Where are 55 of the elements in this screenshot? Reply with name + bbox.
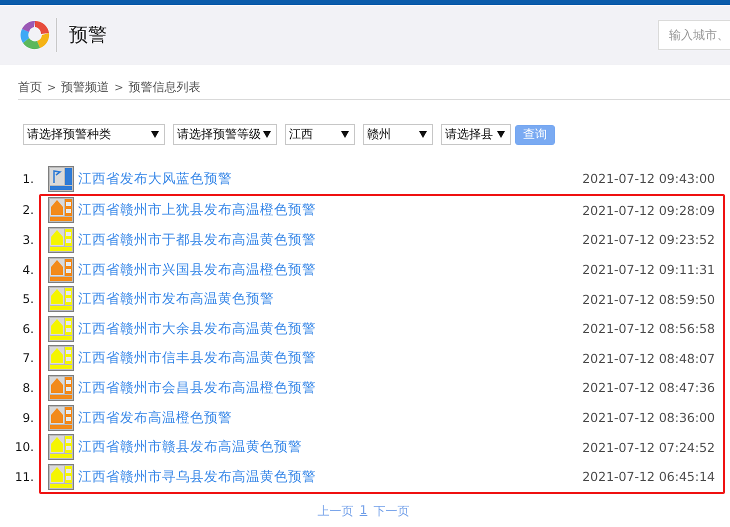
list-number: 2. xyxy=(22,203,34,218)
caret-icon xyxy=(151,131,159,138)
dropdown[interactable]: 赣州 xyxy=(363,124,433,145)
list-number: 5. xyxy=(22,292,34,306)
alert-link[interactable]: 江西省赣州市信丰县发布高温黄色预警 xyxy=(78,349,582,368)
list-number: 10. xyxy=(14,440,34,454)
alert-link[interactable]: 江西省发布高温橙色预警 xyxy=(78,408,582,427)
list-number: 11. xyxy=(14,470,34,484)
caret-icon xyxy=(341,131,349,138)
alert-link[interactable]: 江西省赣州市发布高温黄色预警 xyxy=(78,290,582,308)
page-number-link[interactable]: 1 xyxy=(360,502,368,520)
dropdown[interactable]: 请选择县 xyxy=(441,124,511,145)
list-number: 3. xyxy=(22,232,34,247)
alert-link[interactable]: 江西省赣州市兴国县发布高温橙色预警 xyxy=(78,260,582,279)
alert-time: 2021-07-12 08:36:00 xyxy=(582,410,715,426)
alert-time: 2021-07-12 09:43:00 xyxy=(582,171,715,186)
previous-page-link[interactable]: 上一页 xyxy=(318,502,354,520)
dropdown[interactable]: 请选择预警种类 xyxy=(23,124,165,145)
alert-link[interactable]: 江西省赣州市于都县发布高温黄色预警 xyxy=(78,230,582,249)
alert-time: 2021-07-12 08:47:36 xyxy=(582,380,715,396)
dropdown[interactable]: 江西 xyxy=(285,124,355,145)
alert-time: 2021-07-12 07:24:52 xyxy=(582,440,715,455)
query-button[interactable]: 查询 xyxy=(515,124,555,144)
alert-time: 2021-07-12 09:23:52 xyxy=(582,232,715,248)
next-page-link[interactable]: 下一页 xyxy=(373,502,410,520)
alert-link[interactable]: 江西省赣州市赣县发布高温黄色预警 xyxy=(78,438,582,456)
alert-time: 2021-07-12 06:45:14 xyxy=(582,469,715,484)
list-number: 6. xyxy=(22,322,34,336)
alert-time: 2021-07-12 09:28:09 xyxy=(582,202,715,218)
alert-time: 2021-07-12 08:56:58 xyxy=(582,321,715,336)
breadcrumb-link[interactable]: 预警频道 xyxy=(61,78,110,96)
list-number: 9. xyxy=(22,410,34,425)
alert-link[interactable]: 江西省赣州市上犹县发布高温橙色预警 xyxy=(78,201,582,220)
breadcrumb-separator: > xyxy=(47,80,56,94)
alert-link[interactable]: 江西省赣州市会昌县发布高温橙色预警 xyxy=(78,378,582,397)
list-number: 4. xyxy=(22,262,34,277)
breadcrumb-link[interactable]: 首页 xyxy=(18,78,42,96)
alert-link[interactable]: 江西省赣州市寻乌县发布高温黄色预警 xyxy=(78,468,582,486)
search-field[interactable]: 输入城市、 xyxy=(658,20,730,50)
alert-link[interactable]: 江西省赣州市大余县发布高温黄色预警 xyxy=(78,320,582,338)
page-title: 预警 xyxy=(69,23,107,48)
alert-time: 2021-07-12 08:48:07 xyxy=(582,350,715,366)
alert-time: 2021-07-12 08:59:50 xyxy=(582,292,715,307)
caret-icon xyxy=(497,131,505,138)
list-number: 1. xyxy=(22,172,34,186)
list-number: 8. xyxy=(22,380,34,395)
caret-icon xyxy=(263,131,271,138)
dropdown[interactable]: 请选择预警等级 xyxy=(173,124,277,145)
alert-time: 2021-07-12 09:11:31 xyxy=(582,262,715,278)
logo-icon xyxy=(18,18,52,52)
breadcrumb-link[interactable]: 预警信息列表 xyxy=(128,78,200,96)
caret-icon xyxy=(419,131,427,138)
alert-link[interactable]: 江西省发布大风蓝色预警 xyxy=(78,170,582,188)
list-number: 7. xyxy=(22,351,34,366)
breadcrumb-separator: > xyxy=(114,80,124,94)
